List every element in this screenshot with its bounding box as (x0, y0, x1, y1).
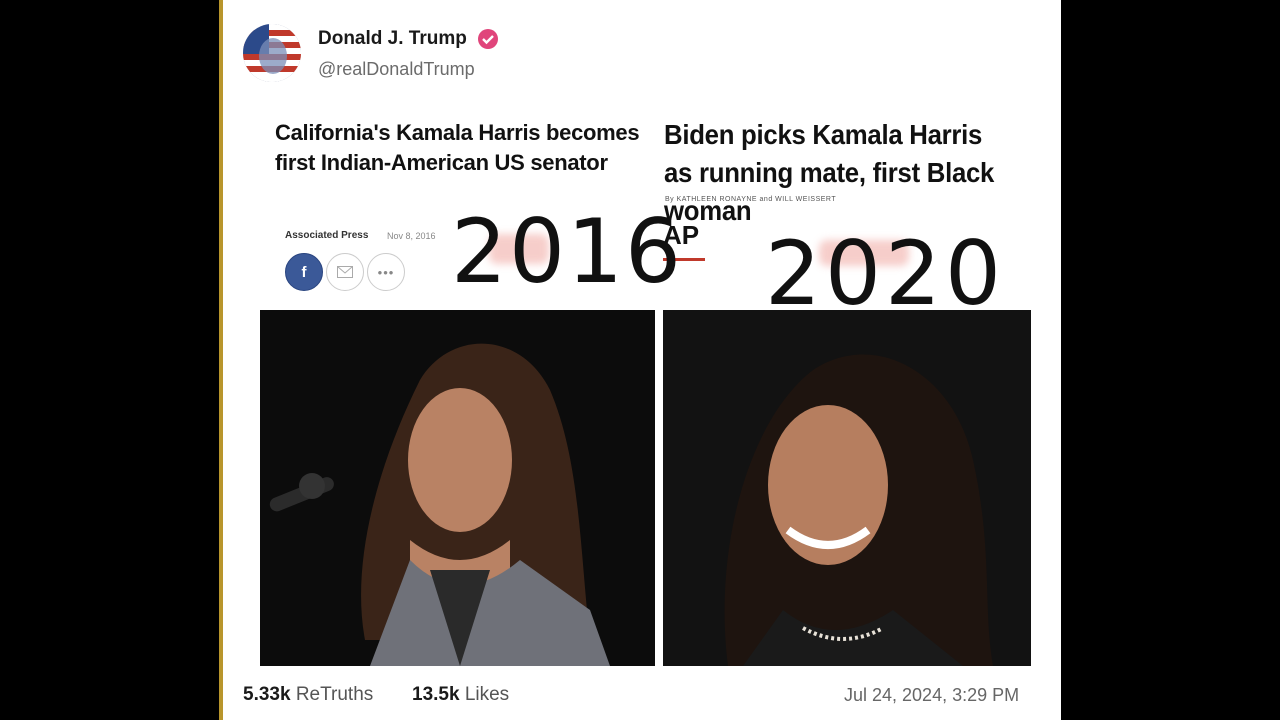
likes-count: 13.5k (412, 684, 460, 705)
likes-stat[interactable]: 13.5k Likes (412, 684, 509, 706)
retruths-label: ReTruths (295, 684, 374, 705)
card-edge (219, 0, 223, 720)
left-headline: California's Kamala Harris becomes first… (275, 120, 640, 175)
post-timestamp[interactable]: Jul 24, 2024, 3:29 PM (844, 685, 1019, 706)
post-card: Donald J. Trump @realDonaldTrump Califor… (219, 0, 1061, 720)
more-icon: ••• (367, 253, 405, 291)
photo-2016 (260, 310, 655, 666)
avatar[interactable] (243, 24, 301, 82)
retruths-count: 5.33k (243, 684, 291, 705)
photo-2020 (663, 310, 1031, 666)
mail-icon (326, 253, 364, 291)
left-date: Nov 8, 2016 (387, 231, 436, 241)
likes-label: Likes (464, 684, 510, 705)
author-name[interactable]: Donald J. Trump (318, 28, 467, 50)
right-headline: Biden picks Kamala Harris as running mat… (664, 119, 995, 226)
retruths-stat[interactable]: 5.33k ReTruths (243, 684, 373, 706)
left-source: Associated Press (285, 230, 369, 241)
author-handle[interactable]: @realDonaldTrump (318, 59, 475, 80)
facebook-icon: f (285, 253, 323, 291)
right-byline: By KATHLEEN RONAYNE and WILL WEISSERT (665, 196, 837, 203)
year-2016-label: 2016 (451, 200, 683, 303)
verified-badge-icon (478, 29, 498, 49)
